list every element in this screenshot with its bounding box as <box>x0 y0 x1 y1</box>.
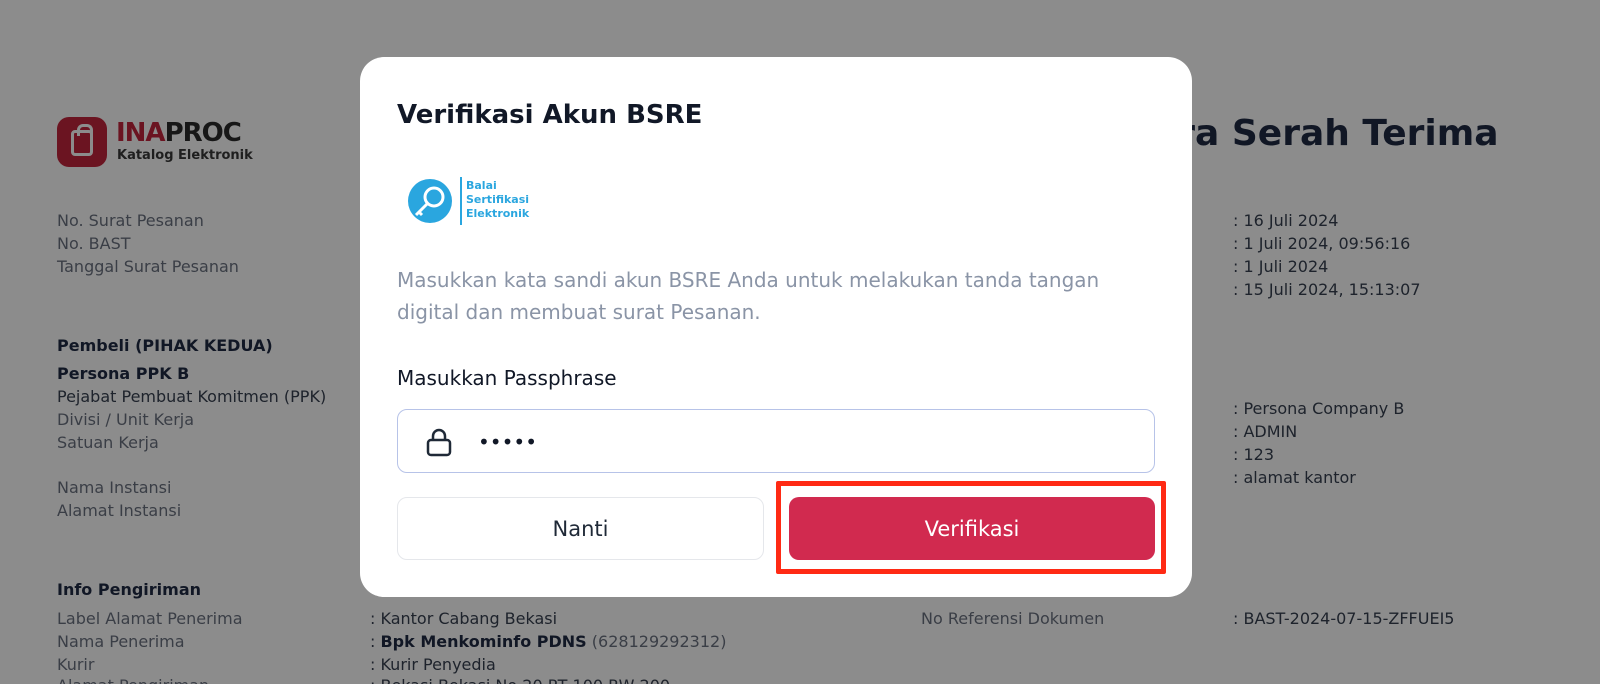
lock-icon <box>426 428 452 457</box>
modal-title: Verifikasi Akun BSRE <box>397 100 703 130</box>
later-button[interactable]: Nanti <box>397 497 764 560</box>
bsre-logo-icon <box>408 179 452 223</box>
bsre-logo-line3: Elektronik <box>466 207 530 220</box>
passphrase-field[interactable] <box>397 409 1155 473</box>
passphrase-label: Masukkan Passphrase <box>397 366 617 390</box>
bsre-logo-line2: Sertifikasi <box>466 193 530 206</box>
bsre-logo: Balai Sertifikasi Elektronik <box>408 177 538 229</box>
bsre-logo-divider <box>460 177 462 225</box>
bsre-logo-line1: Balai <box>466 179 497 192</box>
modal-description: Masukkan kata sandi akun BSRE Anda untuk… <box>397 268 1100 324</box>
passphrase-input[interactable] <box>478 422 1128 462</box>
verify-button-highlight <box>776 481 1166 574</box>
